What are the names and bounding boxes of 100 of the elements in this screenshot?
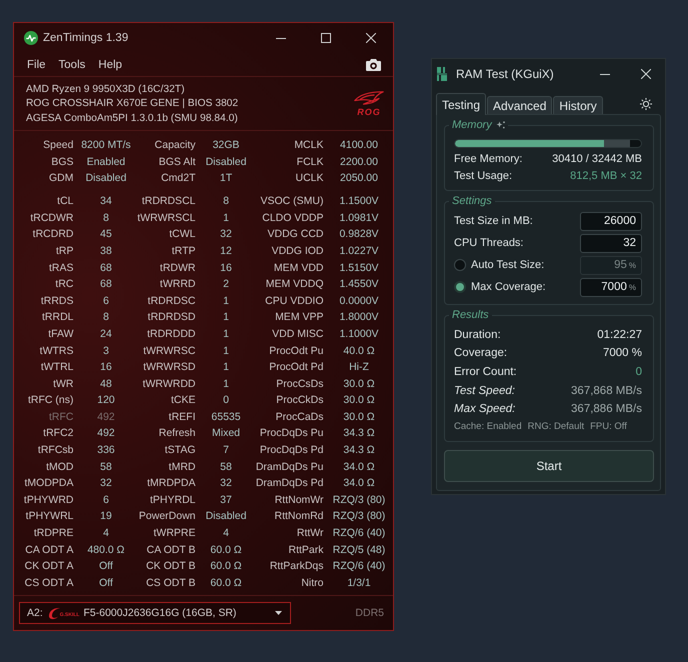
timing-label: CA ODT B [146, 544, 196, 557]
field-value: 367,868 MB/s [571, 384, 642, 399]
timing-value: 65535 [211, 410, 241, 424]
slot-label: A2: [27, 607, 43, 619]
radio-button[interactable] [454, 259, 466, 271]
timing-value: 16 [220, 262, 232, 275]
memory-type-text: DDR5 [355, 607, 384, 619]
timing-value: 38 [100, 244, 112, 258]
timing-value: 34.0 Ω [343, 460, 375, 474]
timing-label: tRAS [48, 262, 74, 275]
timing-value: 68 [100, 262, 112, 275]
input-field[interactable]: 7000 % [580, 278, 642, 296]
group-title: Settings [452, 194, 492, 208]
timing-label: tRTP [172, 244, 196, 258]
timing-label: tRFCsb [38, 444, 74, 458]
timing-value: 16 [100, 361, 112, 374]
timing-value: 6 [103, 294, 109, 308]
close-icon [366, 33, 376, 43]
sparkle-icon [496, 121, 505, 129]
timing-label: RttNomRd [274, 510, 324, 524]
timing-label: BGS [51, 156, 74, 169]
start-button[interactable]: Start [444, 450, 654, 482]
tab[interactable]: History [553, 96, 603, 114]
timing-label: tCL [57, 195, 74, 208]
timing-label: Speed [43, 139, 74, 152]
menu-item[interactable]: File [27, 58, 46, 70]
timing-label: Nitro [301, 576, 324, 590]
timing-value: 8 [103, 212, 109, 225]
timing-label: tRCDWR [30, 212, 74, 225]
timing-value: 7 [223, 444, 229, 458]
pulse-icon [24, 31, 38, 45]
camera-icon[interactable] [366, 58, 381, 70]
timing-value: RZQ/3 (80) [332, 494, 386, 507]
tab[interactable]: Testing [436, 93, 486, 115]
timing-label: VDDG IOD [272, 244, 324, 258]
input-field[interactable]: 26000 [580, 212, 642, 230]
field-label: Max Speed: [454, 402, 516, 418]
tab[interactable]: Advanced [487, 96, 552, 114]
timing-value: RZQ/3 (80) [332, 510, 386, 524]
timing-label: ProcCkDs [276, 394, 324, 408]
timing-label: CLDO VDDP [262, 212, 324, 225]
field-value: 01:22:27 [597, 328, 642, 342]
timing-value: 37 [220, 494, 232, 507]
system-info-text: ROG CROSSHAIR X670E GENE | BIOS 3802 [26, 97, 238, 111]
timing-value: 4 [103, 527, 109, 540]
timing-value: 1.0981V [339, 212, 379, 225]
timing-label: RttParkDqs [270, 560, 324, 574]
timing-label: MEM VPP [275, 311, 324, 324]
timing-value: Disabled [206, 156, 246, 169]
timing-value: RZQ/5 (48) [332, 544, 386, 557]
timing-value: 1.8000V [339, 311, 379, 324]
timing-label: tWRWRSD [143, 361, 196, 374]
timing-value: Enabled [86, 156, 126, 169]
timing-label: tWRWRSCL [137, 212, 196, 225]
field-label: Max Coverage: [471, 281, 546, 293]
input-field[interactable]: 95 % [580, 256, 642, 274]
timing-value: 32 [220, 477, 232, 490]
timing-label: ProcCsDs [276, 378, 324, 391]
timing-value: 68 [100, 278, 112, 292]
timing-label: ProcDqDs Pd [260, 444, 324, 458]
timing-value: 60.0 Ω [210, 544, 242, 557]
timing-label: ProcOdt Pu [269, 344, 324, 358]
timing-label: CS ODT A [24, 576, 74, 590]
swirl-logo-icon [48, 606, 60, 620]
timing-value: 34.3 Ω [343, 444, 375, 458]
timing-value: 2200.00 [340, 156, 378, 169]
field-value: 0 [636, 364, 642, 380]
input-field[interactable]: 32 [580, 234, 642, 252]
timing-label: tWTRS [40, 344, 74, 358]
radio-button[interactable] [454, 281, 466, 293]
timing-value: 1T [220, 172, 232, 186]
timing-label: tRDRDSD [148, 311, 196, 324]
menu-item[interactable]: Tools [58, 58, 86, 70]
timing-value: 48 [100, 378, 112, 391]
timing-label: tRDRDSC [148, 294, 196, 308]
timing-value: 60.0 Ω [210, 560, 242, 574]
timing-label: PowerDown [138, 510, 196, 524]
timing-label: tPHYWRD [24, 494, 74, 507]
timing-value: Mixed [212, 427, 240, 440]
timing-label: tMRDPDA [147, 477, 196, 490]
timing-label: ProcCaDs [276, 410, 324, 424]
timing-label: tRFC [49, 410, 74, 424]
timing-label: DramDqDs Pu [256, 460, 324, 474]
field-label: Coverage: [454, 346, 508, 362]
timing-value: 12 [220, 244, 232, 258]
timing-value: 1.1000V [339, 328, 379, 341]
timing-label: RttWr [296, 527, 324, 540]
group-title: Memory [452, 118, 492, 132]
sun-icon[interactable] [640, 98, 652, 110]
timing-value: Disabled [206, 510, 246, 524]
timing-label: tWR [53, 378, 74, 391]
timing-label: tMOD [46, 460, 74, 474]
timing-value: Disabled [86, 172, 126, 186]
timing-value: 8200 MT/s [81, 139, 131, 152]
timing-label: UCLK [295, 172, 324, 186]
menu-item[interactable]: Help [98, 58, 122, 70]
timing-label: MCLK [294, 139, 324, 152]
status-text: Cache: Enabled [454, 420, 522, 434]
timing-label: tRCDRD [32, 228, 74, 242]
status-text: RNG: Default [528, 420, 584, 434]
